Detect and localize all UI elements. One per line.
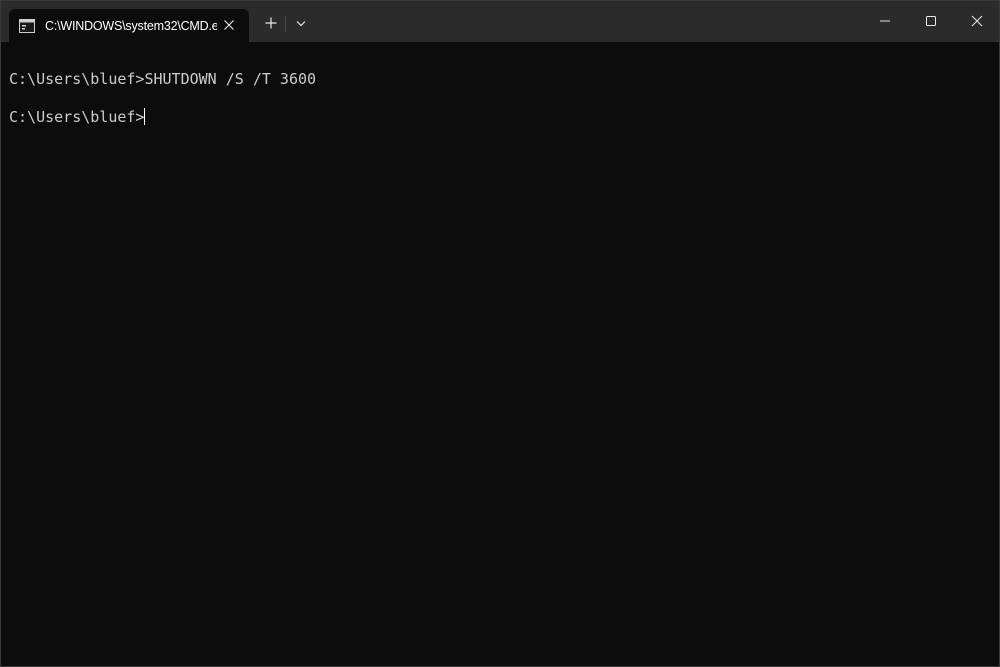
close-window-button[interactable] [954,1,999,41]
close-icon[interactable] [221,17,237,33]
prompt: C:\Users\bluef> [9,70,145,88]
maximize-button[interactable] [908,1,954,41]
terminal-line: C:\Users\bluef> [9,107,146,127]
chevron-down-icon [296,21,306,27]
title-bar[interactable]: C:\WINDOWS\system32\CMD.exe [1,1,999,42]
titlebar-separator [285,16,286,32]
text-cursor [144,108,146,125]
command-text: SHUTDOWN /S /T 3600 [144,70,317,88]
minimize-button[interactable] [862,1,908,41]
prompt: C:\Users\bluef> [9,108,145,126]
terminal-output[interactable]: C:\Users\bluef>SHUTDOWN /S /T 3600 C:\Us… [1,42,999,666]
close-icon [971,15,983,27]
terminal-line: C:\Users\bluef>SHUTDOWN /S /T 3600 [9,69,316,89]
minimize-icon [880,20,890,22]
plus-icon [265,17,277,29]
tab-title: C:\WINDOWS\system32\CMD.exe [45,19,217,33]
tab-dropdown-button[interactable] [291,13,311,33]
maximize-icon [926,16,936,26]
terminal-window: C:\WINDOWS\system32\CMD.exe C:\Users\blu… [0,0,1000,667]
new-tab-button[interactable] [261,13,281,33]
tab-cmd[interactable]: C:\WINDOWS\system32\CMD.exe [9,9,249,42]
terminal-app-icon [19,18,35,34]
